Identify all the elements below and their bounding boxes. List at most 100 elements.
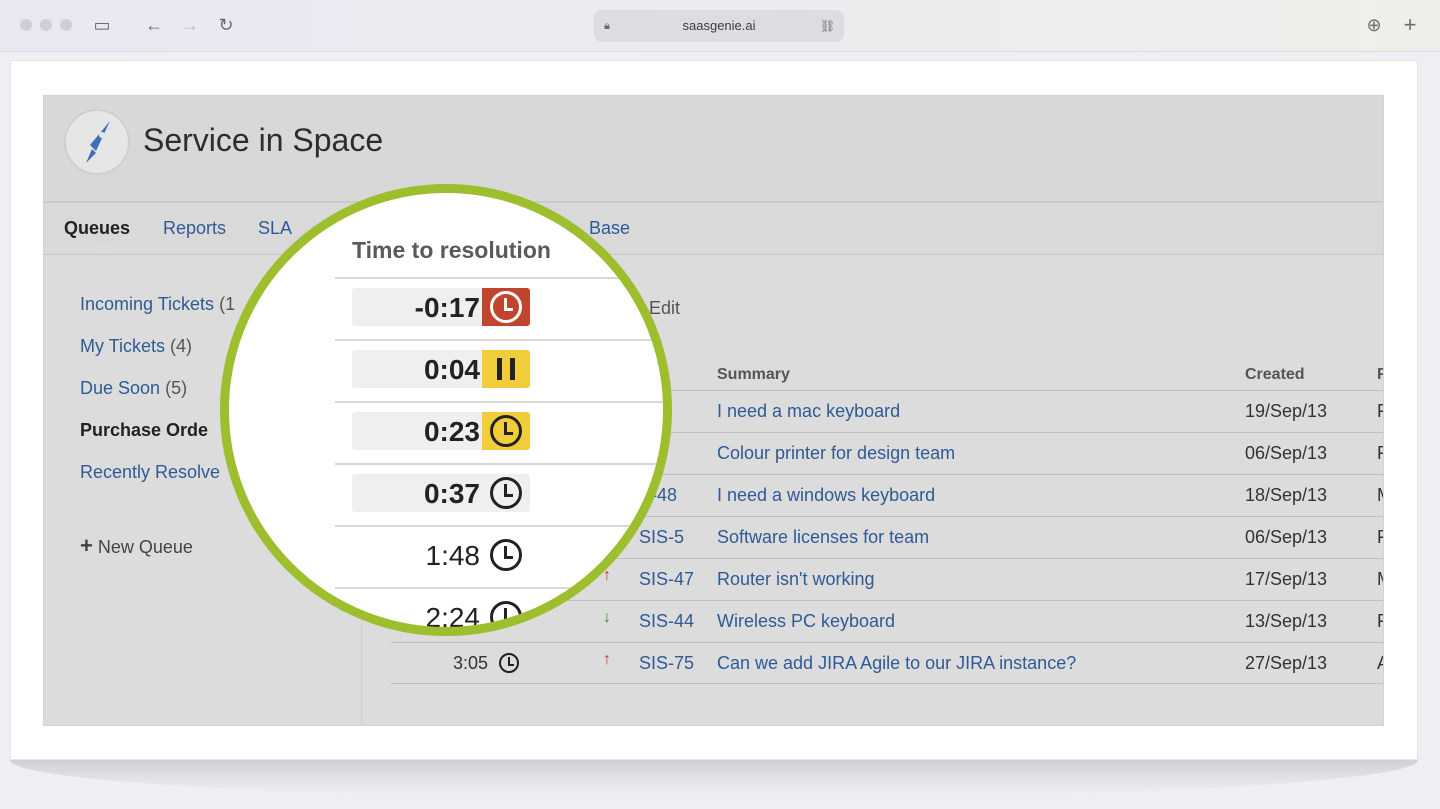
window-close-button[interactable] [20,19,32,31]
table-row[interactable]: 3:05 ↑ SIS-75 Can we add JIRA Agile to o… [391,642,1383,684]
sla-timer-ok: 1:48 [352,536,530,574]
column-header-extra[interactable]: F [1377,366,1383,384]
clock-icon [490,291,522,323]
sla-timer-paused: 0:04 [352,350,530,388]
sla-badge [482,412,530,450]
sidebar-item-label: Due Soon [80,378,161,398]
sidebar-item-recently-resolved[interactable]: Recently Resolve [80,462,220,483]
ticket-summary[interactable]: I need a mac keyboard [717,401,900,422]
divider [335,463,663,465]
sidebar-item-label: Recently Resolve [80,462,221,482]
project-tabs: Queues Reports SLA Base [44,203,1383,255]
ticket-created: 06/Sep/13 [1245,443,1328,463]
tab-reports[interactable]: Reports [163,218,226,239]
new-queue-label: New Queue [97,537,193,557]
sla-badge [482,474,530,512]
ticket-summary[interactable]: Colour printer for design team [717,443,955,464]
sla-badge [482,536,530,574]
divider [335,525,663,527]
sla-badge [482,288,530,326]
browser-window: ▭ ← → ↻ 🔒︎ saasgenie.ai ⛓︎ ⊕ + Service i… [0,0,1440,809]
plus-icon: + [80,533,93,558]
edit-link[interactable]: Edit [649,298,680,319]
ticket-created: 17/Sep/13 [1245,569,1328,589]
sla-badge [482,350,530,388]
magnifier-callout: Time to resolution -0:17 0:04 0:23 0:37 … [220,184,672,636]
sidebar-item-purchase-orders[interactable]: Purchase Orde [80,420,208,441]
clock-icon [490,477,522,509]
rocket-logo-icon [64,109,130,175]
sidebar-item-count: (1 [219,294,236,314]
ticket-extra: M [1377,569,1383,590]
clock-icon [490,539,522,571]
ticket-extra: F [1377,611,1383,632]
column-header-time-to-resolution: Time to resolution [352,237,551,263]
ticket-extra: F [1377,527,1383,548]
ticket-created: 06/Sep/13 [1245,527,1328,547]
card-shadow [10,760,1418,796]
ticket-created: 19/Sep/13 [1245,401,1328,421]
window-zoom-button[interactable] [60,19,72,31]
ticket-created: 27/Sep/13 [1245,653,1328,673]
sla-time-value: 0:23 [423,416,480,447]
project-title: Service in Space [143,122,384,158]
sla-time-value: 2:24 [425,602,481,633]
url-text: saasgenie.ai [682,18,756,33]
sidebar-item-incoming-tickets[interactable]: Incoming Tickets (1 [80,294,235,315]
ticket-summary[interactable]: Wireless PC keyboard [717,611,895,632]
tab-queues[interactable]: Queues [64,218,130,239]
divider [335,401,663,403]
ticket-key[interactable]: SIS-44 [639,611,694,632]
ticket-created: 18/Sep/13 [1245,485,1328,505]
new-queue-button[interactable]: + New Queue [80,533,193,559]
sidebar-item-count: (5) [165,378,188,398]
ticket-extra: F [1377,401,1383,422]
sidebar-item-due-soon[interactable]: Due Soon (5) [80,378,187,399]
divider [335,339,663,341]
download-icon[interactable]: ⊕ [1363,14,1385,36]
sidebar-item-count: (4) [170,336,193,356]
ticket-created: 13/Sep/13 [1245,611,1328,631]
browser-toolbar: ▭ ← → ↻ 🔒︎ saasgenie.ai ⛓︎ ⊕ + [0,0,1440,52]
divider [335,587,663,589]
sidebar-item-my-tickets[interactable]: My Tickets (4) [80,336,192,357]
window-minimize-button[interactable] [40,19,52,31]
sla-time-value: 0:37 [423,478,480,509]
priority-down-arrow-icon: ↓ [603,609,611,626]
link-icon[interactable]: ⛓︎ [820,18,836,34]
column-header-created[interactable]: Created [1245,366,1305,384]
time-to-resolution: 3:05 [453,653,489,673]
sla-timer-ok: 0:37 [352,474,530,512]
column-header-summary[interactable]: Summary [717,366,790,384]
clock-icon [490,415,522,447]
project-header: Service in Space [44,96,1383,203]
sla-time-value: 1:48 [425,540,481,571]
forward-arrow-icon[interactable]: → [179,14,201,36]
address-bar[interactable]: 🔒︎ saasgenie.ai ⛓︎ [594,10,844,42]
sla-timer-breached: -0:17 [352,288,530,326]
active-tab-caret [94,243,114,253]
ticket-extra: M [1377,485,1383,506]
tab-knowledge-base[interactable]: Base [589,218,630,239]
ticket-key[interactable]: SIS-75 [639,653,694,674]
reload-icon[interactable]: ↻ [215,14,237,36]
sla-timer-warning: 0:23 [352,412,530,450]
tab-sla[interactable]: SLA [258,218,292,239]
sla-time-value: -0:17 [414,292,480,323]
sla-time-value: 0:04 [423,354,480,385]
back-arrow-icon[interactable]: ← [143,14,165,36]
ticket-summary[interactable]: Router isn't working [717,569,875,590]
sidebar-item-label: Purchase Orde [80,420,209,440]
clock-icon [499,653,519,673]
sidebar-item-label: Incoming Tickets [80,294,215,314]
ticket-extra: F [1377,443,1383,464]
ticket-summary[interactable]: Software licenses for team [717,527,929,548]
pause-icon [497,358,515,380]
ticket-summary[interactable]: I need a windows keyboard [717,485,935,506]
ticket-summary[interactable]: Can we add JIRA Agile to our JIRA instan… [717,653,1076,674]
new-tab-icon[interactable]: + [1399,14,1421,36]
ticket-extra: A [1377,653,1383,674]
sidebar-item-label: My Tickets [80,336,166,356]
ticket-key[interactable]: SIS-5 [639,527,684,548]
sidebar-toggle-icon[interactable]: ▭ [91,14,113,36]
